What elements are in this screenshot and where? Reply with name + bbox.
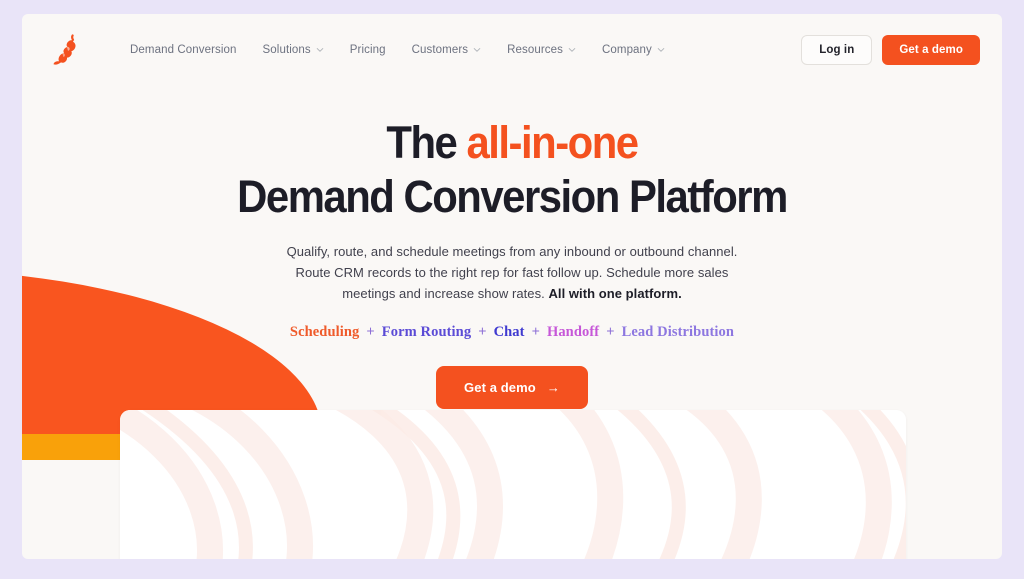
feature-link-scheduling[interactable]: Scheduling <box>290 324 360 341</box>
nav-item-pricing[interactable]: Pricing <box>350 44 386 56</box>
hero-title-line2: Demand Conversion Platform <box>237 171 788 222</box>
nav-item-resources[interactable]: Resources <box>507 44 576 56</box>
chevron-down-icon <box>316 46 324 54</box>
hero-cta-label: Get a demo <box>464 380 536 396</box>
brand-logo-link[interactable] <box>40 28 92 72</box>
nav-label: Solutions <box>262 44 311 56</box>
feature-separator: + <box>366 324 375 341</box>
nav-label: Pricing <box>349 44 386 56</box>
arrow-right-icon: → <box>546 380 560 396</box>
hero-subtitle-bold: All with one platform. <box>548 286 682 302</box>
chili-pepper-logo-icon <box>53 34 79 66</box>
nav-item-demand-conversion[interactable]: Demand Conversion <box>130 44 237 56</box>
header-actions: Log in Get a demo <box>801 35 980 65</box>
nav-item-company[interactable]: Company <box>602 44 665 56</box>
hero-get-a-demo-button[interactable]: Get a demo → <box>436 366 588 410</box>
hero-subtitle-line1: Qualify, route, and schedule meetings fr… <box>286 244 738 259</box>
feature-separator: + <box>531 324 540 341</box>
showcase-card: The age of <box>120 410 906 559</box>
feature-link-lead-distribution[interactable]: Lead Distribution <box>622 324 734 341</box>
hero-section: The all-in-one Demand Conversion Platfor… <box>22 86 1002 410</box>
site-header: Demand Conversion Solutions Pricing Cust… <box>22 14 1002 86</box>
chevron-down-icon <box>568 46 576 54</box>
feature-links-row: Scheduling + Form Routing + Chat + Hando… <box>22 324 1002 341</box>
feature-link-form-routing[interactable]: Form Routing <box>382 324 471 341</box>
swirl-pattern-background <box>120 410 906 559</box>
nav-item-customers[interactable]: Customers <box>412 44 482 56</box>
chevron-down-icon <box>657 46 665 54</box>
hero-cta-wrapper: Get a demo → <box>22 366 1002 410</box>
hero-title-accent: all-in-one <box>466 117 639 168</box>
feature-link-chat[interactable]: Chat <box>494 324 525 341</box>
feature-link-handoff[interactable]: Handoff <box>547 324 599 341</box>
feature-separator: + <box>606 324 615 341</box>
page-canvas: Demand Conversion Solutions Pricing Cust… <box>22 14 1002 559</box>
nav-label: Customers <box>411 44 469 56</box>
nav-label: Resources <box>507 44 563 56</box>
login-button[interactable]: Log in <box>801 35 873 65</box>
showcase-content: The age of <box>120 546 906 559</box>
viewport: Demand Conversion Solutions Pricing Cust… <box>0 0 1024 579</box>
feature-separator: + <box>478 324 487 341</box>
nav-label: Demand Conversion <box>130 44 237 56</box>
hero-title: The all-in-one Demand Conversion Platfor… <box>56 120 967 219</box>
header-get-a-demo-button[interactable]: Get a demo <box>882 35 980 65</box>
hero-subtitle-line3: meetings and increase show rates. <box>342 286 545 302</box>
hero-subtitle-line2: Route CRM records to the right rep for f… <box>295 265 729 281</box>
nav-item-solutions[interactable]: Solutions <box>263 44 324 56</box>
hero-title-pre: The <box>386 117 467 168</box>
chevron-down-icon <box>473 46 481 54</box>
hero-subtitle: Qualify, route, and schedule meetings fr… <box>22 241 1002 304</box>
main-navigation: Demand Conversion Solutions Pricing Cust… <box>130 44 665 56</box>
nav-label: Company <box>601 44 652 56</box>
